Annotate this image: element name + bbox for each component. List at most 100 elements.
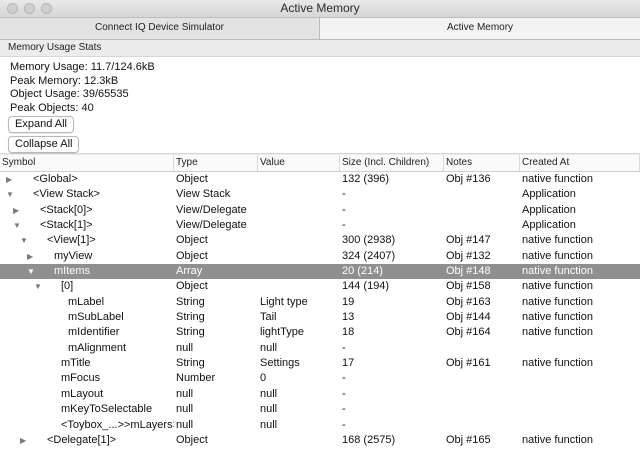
table-row[interactable]: <Toybox_...>>mLayers> null null -: [0, 418, 640, 433]
symbol-cell: mSubLabel: [0, 310, 174, 325]
table-row[interactable]: ▼ [0] Object 144 (194) Obj #158 native functi…: [0, 279, 640, 294]
symbol-cell: ▶ <Stack[0]>: [0, 203, 174, 218]
notes-cell: [444, 187, 520, 202]
symbol-cell: mLayout: [0, 387, 174, 402]
symbol-cell: mAlignment: [0, 341, 174, 356]
value-cell: [258, 203, 340, 218]
size-cell: 19: [342, 295, 355, 308]
value-cell: [258, 279, 340, 294]
table-row[interactable]: ▼ mItems Array 20 (214) Obj #148 native funct…: [0, 264, 640, 280]
tab-connect-iq-simulator[interactable]: Connect IQ Device Simulator: [0, 18, 320, 39]
table-row[interactable]: mAlignment null null -: [0, 341, 640, 356]
value-cell: [258, 433, 340, 448]
value-cell: Light type: [260, 295, 308, 308]
disclosure-expanded-icon[interactable]: ▼: [34, 279, 42, 294]
column-header-value[interactable]: Value: [258, 155, 340, 171]
size-cell: 144 (194): [342, 280, 390, 293]
type-cell: String: [176, 311, 205, 324]
table-row[interactable]: mFocus Number 0 -: [0, 371, 640, 386]
peak-memory-text: Peak Memory: 12.3kB: [10, 74, 119, 87]
minimize-window-icon[interactable]: [24, 3, 35, 14]
symbol-label: <Delegate[1]>: [47, 433, 117, 446]
disclosure-expanded-icon[interactable]: ▼: [13, 218, 21, 233]
table-row[interactable]: ▶ <Stack[0]> View/Delegate - Application: [0, 203, 640, 218]
symbol-cell: ▼ <Stack[1]>: [0, 218, 174, 233]
disclosure-collapsed-icon[interactable]: ▶: [20, 433, 26, 448]
column-header-type[interactable]: Type: [174, 155, 258, 171]
notes-cell: Obj #144: [446, 311, 491, 324]
table-row[interactable]: mIdentifier String lightType 18 Obj #164 nati…: [0, 325, 640, 340]
table-row[interactable]: mSubLabel String Tail 13 Obj #144 native func…: [0, 310, 640, 325]
symbol-cell: ▼ [0]: [0, 279, 174, 294]
table-row[interactable]: ▼ <Stack[1]> View/Delegate - Application: [0, 218, 640, 233]
column-header-notes[interactable]: Notes: [444, 155, 520, 171]
value-cell: Tail: [260, 311, 277, 324]
type-cell: View/Delegate: [176, 219, 247, 232]
disclosure-collapsed-icon[interactable]: ▶: [6, 172, 12, 187]
notes-cell: [444, 203, 520, 218]
column-header-size[interactable]: Size (Incl. Children): [340, 155, 444, 171]
table-row[interactable]: mTitle String Settings 17 Obj #161 native fun…: [0, 356, 640, 371]
symbol-cell: ▼ <View[1]>: [0, 233, 174, 248]
symbol-label: <Stack[1]>: [40, 219, 93, 232]
created-at-cell: native function: [522, 433, 593, 446]
created-at-cell: [520, 387, 640, 402]
expand-all-button[interactable]: Expand All: [8, 116, 74, 133]
disclosure-collapsed-icon[interactable]: ▶: [13, 203, 19, 218]
table-row[interactable]: ▼ <View Stack> View Stack - Application: [0, 187, 640, 202]
created-at-cell: native function: [522, 311, 593, 324]
symbol-cell: mIdentifier: [0, 325, 174, 340]
notes-cell: Obj #148: [446, 265, 491, 278]
table-row[interactable]: mLayout null null -: [0, 387, 640, 402]
symbol-cell: mLabel: [0, 295, 174, 310]
disclosure-expanded-icon[interactable]: ▼: [20, 233, 28, 248]
created-at-cell: native function: [522, 234, 593, 247]
notes-cell: Obj #132: [446, 249, 491, 262]
disclosure-expanded-icon[interactable]: ▼: [27, 264, 35, 279]
size-cell: 324 (2407): [342, 249, 396, 262]
disclosure-expanded-icon[interactable]: ▼: [6, 187, 14, 202]
table-row[interactable]: mKeyToSelectable null null -: [0, 402, 640, 417]
symbol-cell: <Toybox_...>>mLayers>: [0, 418, 174, 433]
symbol-label: mLayout: [61, 387, 104, 400]
table-row[interactable]: ▶ <Global> Object 132 (396) Obj #136 native f…: [0, 172, 640, 187]
value-cell: Settings: [260, 357, 300, 370]
zoom-window-icon[interactable]: [41, 3, 52, 14]
size-cell: 300 (2938): [342, 234, 396, 247]
notes-cell: [444, 387, 520, 402]
symbol-label: myView: [54, 249, 93, 262]
value-cell: null: [260, 387, 278, 400]
disclosure-collapsed-icon[interactable]: ▶: [27, 249, 33, 264]
value-cell: [258, 172, 340, 187]
symbol-label: <Toybox_...>>mLayers>: [61, 418, 174, 431]
collapse-all-button[interactable]: Collapse All: [8, 136, 80, 153]
created-at-cell: [520, 341, 640, 356]
symbol-cell: ▶ myView: [0, 249, 174, 264]
created-at-cell: native function: [522, 357, 593, 370]
column-header-created-at[interactable]: Created At: [520, 155, 640, 171]
notes-cell: [444, 418, 520, 433]
symbol-cell: mFocus: [0, 371, 174, 386]
type-cell: String: [176, 326, 205, 339]
table-row[interactable]: mLabel String Light type 19 Obj #163 native f…: [0, 295, 640, 310]
table-row[interactable]: ▶ myView Object 324 (2407) Obj #132 native fu…: [0, 249, 640, 264]
title-bar: Active Memory: [0, 0, 640, 18]
table-row[interactable]: ▶ <Delegate[1]> Object 168 (2575) Obj #165 na…: [0, 433, 640, 448]
created-at-cell: native function: [522, 295, 593, 308]
notes-cell: [444, 371, 520, 386]
notes-cell: Obj #158: [446, 280, 491, 293]
type-cell: Array: [176, 265, 203, 278]
memory-tree-table: Symbol Type Value Size (Incl. Children) …: [0, 155, 640, 457]
symbol-cell: ▼ <View Stack>: [0, 187, 174, 202]
column-header-symbol[interactable]: Symbol: [0, 155, 174, 171]
type-cell: View Stack: [176, 188, 231, 201]
peak-objects-text: Peak Objects: 40: [10, 101, 94, 114]
type-cell: Object: [176, 234, 208, 247]
symbol-cell: ▶ <Delegate[1]>: [0, 433, 174, 448]
type-cell: Object: [176, 249, 208, 262]
size-cell: -: [342, 403, 346, 416]
notes-cell: Obj #164: [446, 326, 491, 339]
table-row[interactable]: ▼ <View[1]> Object 300 (2938) Obj #147 native…: [0, 233, 640, 248]
close-window-icon[interactable]: [7, 3, 18, 14]
tab-active-memory[interactable]: Active Memory: [320, 18, 640, 39]
